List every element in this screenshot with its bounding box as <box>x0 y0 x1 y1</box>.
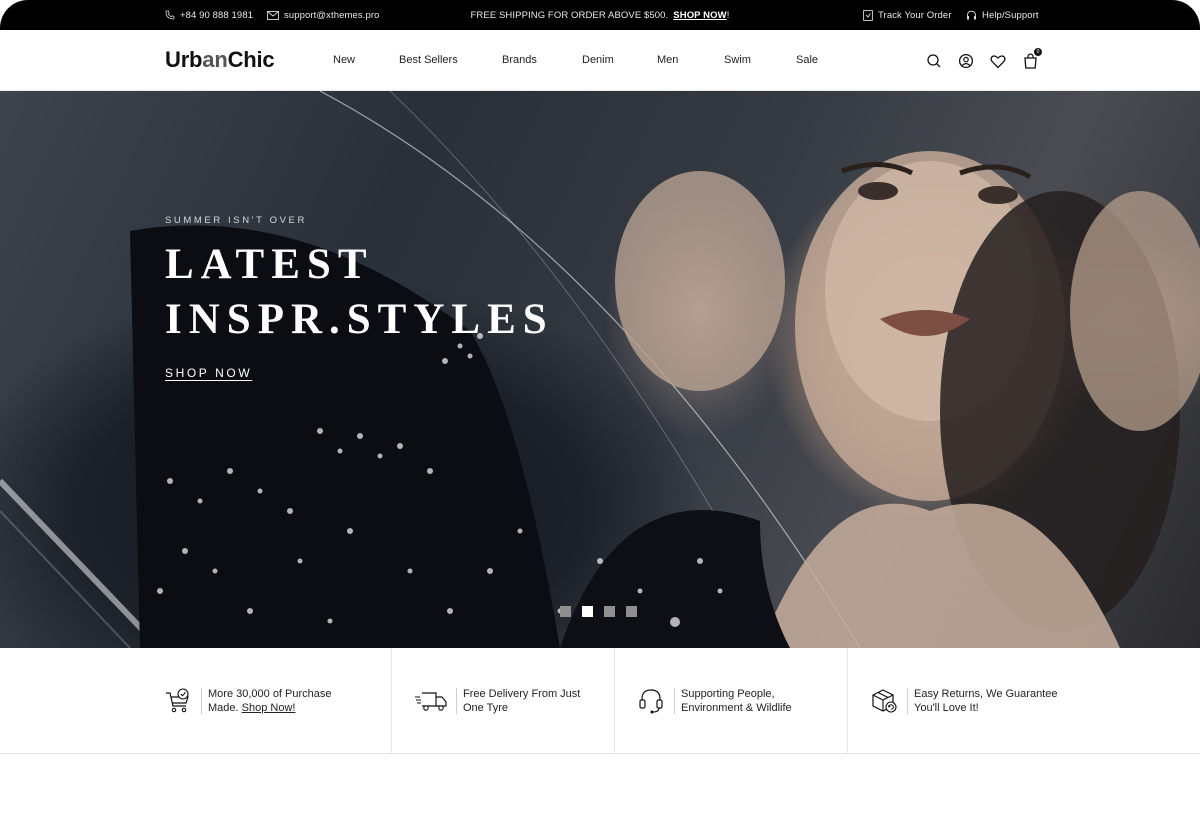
cart-count-badge: 0 <box>1034 48 1042 56</box>
clipboard-icon <box>863 9 873 21</box>
slider-dot-1[interactable] <box>560 606 571 617</box>
help-support-link[interactable]: Help/Support <box>966 0 1039 30</box>
headset-icon <box>636 686 666 716</box>
promo-text: FREE SHIPPING FOR ORDER ABOVE $500. <box>470 9 669 21</box>
feature-line2: Environment & Wildlife <box>681 702 792 714</box>
promo-shop-now-link[interactable]: SHOP NOW <box>673 10 726 21</box>
slider-dot-2[interactable] <box>582 606 593 617</box>
promo-suffix: ! <box>726 9 730 21</box>
cart-check-icon <box>163 686 193 716</box>
hero-title: LATEST INSPR.STYLES <box>165 237 554 347</box>
hero-title-line2: INSPR.STYLES <box>165 296 554 343</box>
feature-line2: Made. Shop Now! <box>208 701 332 715</box>
feature-line2-text: Made. <box>208 702 242 714</box>
top-bar: +84 90 888 1981 support@xthemes.pro FREE… <box>0 0 1200 30</box>
feature-line1: More 30,000 of Purchase <box>208 688 332 700</box>
nav-item-brands[interactable]: Brands <box>502 54 537 66</box>
feature-line1: Free Delivery From Just <box>463 688 581 700</box>
nav-item-new[interactable]: New <box>333 54 355 66</box>
headphones-icon <box>966 10 977 21</box>
feature-line2: One Tyre <box>463 702 509 714</box>
nav-item-men[interactable]: Men <box>657 54 678 66</box>
slider-dot-4[interactable] <box>626 606 637 617</box>
email-address: support@xthemes.pro <box>284 9 380 21</box>
email-contact[interactable]: support@xthemes.pro <box>267 0 380 30</box>
site-header: UrbanChic New Best Sellers Brands Denim … <box>0 30 1200 91</box>
search-icon[interactable] <box>925 52 943 70</box>
feature-delivery: Free Delivery From Just One Tyre <box>414 648 580 754</box>
feature-separator <box>201 688 202 714</box>
phone-icon <box>165 10 175 20</box>
page-frame: +84 90 888 1981 support@xthemes.pro FREE… <box>0 0 1200 824</box>
delivery-truck-icon <box>414 686 448 716</box>
feature-returns: Easy Returns, We Guarantee You'll Love I… <box>869 648 1057 754</box>
logo-text-part3: Chic <box>227 47 275 72</box>
nav-item-swim[interactable]: Swim <box>724 54 751 66</box>
feature-text: Supporting People, Environment & Wildlif… <box>681 687 792 715</box>
feature-line1: Easy Returns, We Guarantee <box>914 688 1058 700</box>
account-icon[interactable] <box>957 52 975 70</box>
site-logo[interactable]: UrbanChic <box>165 47 275 73</box>
nav-item-denim[interactable]: Denim <box>582 54 614 66</box>
nav-item-best-sellers[interactable]: Best Sellers <box>399 54 458 66</box>
hero-title-line1: LATEST <box>165 241 374 288</box>
track-order-link[interactable]: Track Your Order <box>863 0 952 30</box>
hero-subtitle: SUMMER ISN'T OVER <box>165 215 307 226</box>
bag-icon[interactable]: 0 <box>1021 48 1042 70</box>
feature-divider <box>391 648 392 754</box>
feature-separator <box>674 688 675 714</box>
feature-divider <box>614 648 615 754</box>
feature-purchases: More 30,000 of Purchase Made. Shop Now! <box>163 648 332 754</box>
phone-number: +84 90 888 1981 <box>180 9 254 21</box>
logo-text-part2: an <box>202 47 228 72</box>
heart-icon[interactable] <box>989 52 1007 70</box>
hero-banner: SUMMER ISN'T OVER LATEST INSPR.STYLES SH… <box>0 91 1200 648</box>
features-bar: More 30,000 of Purchase Made. Shop Now! … <box>0 648 1200 754</box>
feature-shop-now-link[interactable]: Shop Now! <box>242 702 296 714</box>
return-box-icon <box>869 686 899 716</box>
nav-item-sale[interactable]: Sale <box>796 54 818 66</box>
feature-separator <box>907 688 908 714</box>
feature-line2: You'll Love It! <box>914 702 979 714</box>
feature-support: Supporting People, Environment & Wildlif… <box>636 648 792 754</box>
slider-dots <box>560 606 637 617</box>
track-order-label: Track Your Order <box>878 9 952 21</box>
feature-separator <box>456 688 457 714</box>
slider-dot-3[interactable] <box>604 606 615 617</box>
mail-icon <box>267 10 279 20</box>
feature-text: Easy Returns, We Guarantee You'll Love I… <box>914 687 1057 715</box>
feature-text: More 30,000 of Purchase Made. Shop Now! <box>208 687 332 715</box>
phone-contact[interactable]: +84 90 888 1981 <box>165 0 253 30</box>
help-label: Help/Support <box>982 9 1039 21</box>
hero-shop-now-button[interactable]: SHOP NOW <box>165 366 252 380</box>
feature-text: Free Delivery From Just One Tyre <box>463 687 580 715</box>
feature-line1: Supporting People, <box>681 688 775 700</box>
feature-divider <box>847 648 848 754</box>
logo-text-part1: Urb <box>165 47 203 72</box>
